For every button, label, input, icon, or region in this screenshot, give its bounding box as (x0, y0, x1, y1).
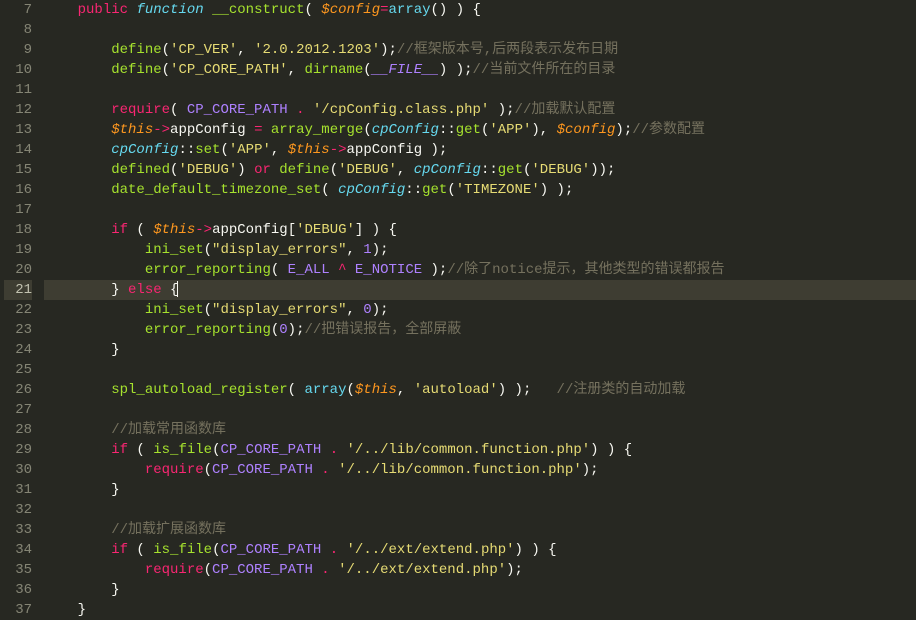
line-number: 26 (4, 380, 32, 400)
code-line[interactable]: if ( $this->appConfig['DEBUG'] ) { (44, 220, 916, 240)
line-number: 37 (4, 600, 32, 620)
code-line[interactable]: if ( is_file(CP_CORE_PATH . '/../lib/com… (44, 440, 916, 460)
line-number: 14 (4, 140, 32, 160)
line-number-gutter: 7 8 9 10 11 12 13 14 15 16 17 18 19 20 2… (0, 0, 40, 610)
line-number: 7 (4, 0, 32, 20)
code-line[interactable]: ini_set("display_errors", 0); (44, 300, 916, 320)
code-line[interactable]: date_default_timezone_set( cpConfig::get… (44, 180, 916, 200)
line-number: 16 (4, 180, 32, 200)
line-number: 30 (4, 460, 32, 480)
line-number: 25 (4, 360, 32, 380)
code-line[interactable]: define('CP_VER', '2.0.2012.1203');//框架版本… (44, 40, 916, 60)
code-line[interactable]: public function __construct( $config=arr… (44, 0, 916, 20)
code-line[interactable]: $this->appConfig = array_merge(cpConfig:… (44, 120, 916, 140)
code-line[interactable]: } (44, 580, 916, 600)
line-number: 32 (4, 500, 32, 520)
code-line[interactable] (44, 200, 916, 220)
line-number: 27 (4, 400, 32, 420)
code-line[interactable]: require(CP_CORE_PATH . '/../lib/common.f… (44, 460, 916, 480)
code-line[interactable]: error_reporting( E_ALL ^ E_NOTICE );//除了… (44, 260, 916, 280)
code-line[interactable]: cpConfig::set('APP', $this->appConfig ); (44, 140, 916, 160)
line-number: 15 (4, 160, 32, 180)
code-line[interactable]: spl_autoload_register( array($this, 'aut… (44, 380, 916, 400)
line-number: 8 (4, 20, 32, 40)
code-line[interactable] (44, 400, 916, 420)
code-line[interactable]: } (44, 340, 916, 360)
line-number: 31 (4, 480, 32, 500)
line-number: 9 (4, 40, 32, 60)
line-number: 18 (4, 220, 32, 240)
code-line[interactable]: if ( is_file(CP_CORE_PATH . '/../ext/ext… (44, 540, 916, 560)
code-line[interactable]: defined('DEBUG') or define('DEBUG', cpCo… (44, 160, 916, 180)
line-number: 35 (4, 560, 32, 580)
code-line[interactable] (44, 80, 916, 100)
line-number: 24 (4, 340, 32, 360)
line-number: 36 (4, 580, 32, 600)
line-number: 12 (4, 100, 32, 120)
line-number: 11 (4, 80, 32, 100)
code-line[interactable]: } (44, 600, 916, 620)
line-number: 29 (4, 440, 32, 460)
line-number: 13 (4, 120, 32, 140)
line-number: 23 (4, 320, 32, 340)
line-number: 28 (4, 420, 32, 440)
code-editor[interactable]: public function __construct( $config=arr… (40, 0, 916, 610)
code-line[interactable] (44, 500, 916, 520)
line-number: 22 (4, 300, 32, 320)
text-cursor (177, 281, 178, 297)
line-number: 19 (4, 240, 32, 260)
code-line[interactable]: //加载常用函数库 (44, 420, 916, 440)
code-line[interactable]: define('CP_CORE_PATH', dirname(__FILE__)… (44, 60, 916, 80)
code-line[interactable]: } (44, 480, 916, 500)
code-line[interactable] (44, 20, 916, 40)
code-line[interactable] (44, 360, 916, 380)
code-line[interactable]: ini_set("display_errors", 1); (44, 240, 916, 260)
line-number: 17 (4, 200, 32, 220)
line-number-active: 21 (4, 280, 32, 300)
code-line[interactable]: require( CP_CORE_PATH . '/cpConfig.class… (44, 100, 916, 120)
code-line[interactable]: //加载扩展函数库 (44, 520, 916, 540)
line-number: 33 (4, 520, 32, 540)
code-line[interactable]: require(CP_CORE_PATH . '/../ext/extend.p… (44, 560, 916, 580)
line-number: 34 (4, 540, 32, 560)
code-line[interactable]: error_reporting(0);//把错误报告，全部屏蔽 (44, 320, 916, 340)
line-number: 10 (4, 60, 32, 80)
code-line-active[interactable]: } else { (44, 280, 916, 300)
line-number: 20 (4, 260, 32, 280)
